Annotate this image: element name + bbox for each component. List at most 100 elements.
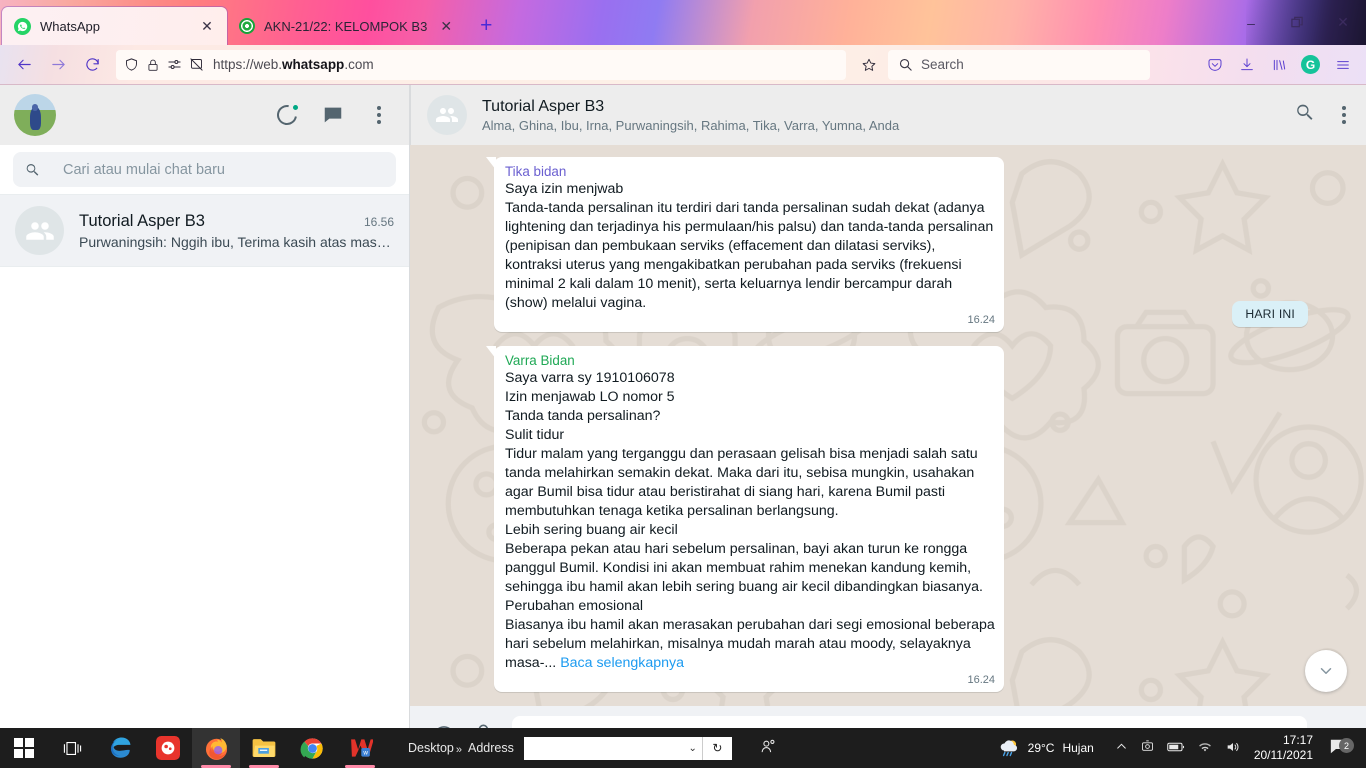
permissions-icon [168,60,181,69]
chat-header: Tutorial Asper B3 Alma, Ghina, Ibu, Irna… [410,85,1366,145]
forward-arrow-icon[interactable] [42,50,74,80]
weather-widget[interactable]: 29°C Hujan [991,728,1101,768]
back-arrow-icon[interactable] [8,50,40,80]
chat-name: Tutorial Asper B3 [79,211,205,230]
weather-temp: 29°C [1027,741,1055,755]
shield-icon [126,58,137,71]
sidebar-header [0,85,409,145]
messages-container: Tika bidan Saya izin menjwab Tanda-tanda… [410,145,1366,706]
message-text: Saya izin menjwab Tanda-tanda persalinan… [505,181,994,311]
search-placeholder: Cari atau mulai chat baru [63,161,225,178]
show-hidden-icons[interactable] [1115,740,1128,756]
sidebar-actions [273,101,391,129]
library-icon[interactable] [1263,50,1294,80]
tab-close-button[interactable]: ✕ [436,16,456,36]
minimize-button[interactable]: – [1228,7,1274,39]
message-bubble[interactable]: Tika bidan Saya izin menjwab Tanda-tanda… [494,157,1004,332]
downloads-icon[interactable] [1231,50,1262,80]
message-text: Saya varra sy 1910106078 Izin menjawab L… [505,369,995,673]
firefox-icon[interactable] [192,728,240,768]
reload-icon[interactable] [76,50,108,80]
new-tab-button[interactable]: + [472,12,500,40]
chat-header-actions [1295,102,1346,128]
search-bar[interactable]: Search [888,49,1150,80]
tray-icons [1101,728,1248,768]
chat-panel: Tutorial Asper B3 Alma, Ghina, Ibu, Irna… [410,85,1366,768]
message-sender: Tika bidan [505,164,567,179]
people-icon[interactable] [760,738,777,758]
wifi-icon[interactable] [1197,740,1213,756]
search-input[interactable]: Cari atau mulai chat baru [13,152,396,187]
chat-preview: Purwaningsih: Nggih ibu, Terima kasih at… [79,233,394,250]
chrome-icon[interactable] [288,728,336,768]
message-text-body: Saya varra sy 1910106078 Izin menjawab L… [505,370,995,671]
tab-strip: WhatsApp ✕ AKN-21/22: KELOMPOK B3 ✕ + – … [0,0,1366,45]
weather-condition: Hujan [1062,741,1094,755]
onedrive-icon[interactable] [1140,739,1155,757]
message-timestamp: 16.24 [967,674,995,686]
tab-akn-kelompok-b3[interactable]: AKN-21/22: KELOMPOK B3 ✕ [227,7,466,45]
page-title: Tutorial Asper B3 [482,97,605,115]
gom-player-icon[interactable] [144,728,192,768]
sidebar-empty-space [0,267,409,768]
edge-icon[interactable] [96,728,144,768]
maximize-button[interactable] [1274,7,1320,39]
navigation-toolbar: https://web.whatsapp.com Search G [0,45,1366,85]
whatsapp-icon [14,17,31,35]
action-center-icon[interactable]: 2 [1323,738,1360,758]
address-bar[interactable]: https://web.whatsapp.com [116,49,846,80]
scroll-to-bottom-button[interactable] [1305,650,1347,692]
avatar[interactable] [14,94,56,136]
chevron-down-icon[interactable]: ⌄ [688,743,696,754]
deskband-address-label: Address [467,741,514,755]
url-text: https://web.whatsapp.com [213,57,374,72]
app-menu-icon[interactable] [1327,50,1358,80]
deskband-address-input[interactable]: ⌄ [523,736,702,760]
system-tray: 29°C Hujan 17:17 20/11/2021 2 [991,728,1366,768]
windows-start-icon[interactable] [0,728,48,768]
lock-icon [148,59,158,71]
rain-cloud-icon [1000,740,1017,757]
deskband-chevrons[interactable]: » [456,744,462,756]
tab-title: AKN-21/22: KELOMPOK B3 [264,18,428,34]
read-more-link[interactable]: Baca selengkapnya [560,655,684,671]
chat-members: Alma, Ghina, Ibu, Irna, Purwaningsih, Ra… [482,117,900,133]
battery-icon[interactable] [1167,741,1185,756]
pocket-icon[interactable] [1199,50,1230,80]
bookmark-star-icon[interactable] [854,50,884,80]
list-item[interactable]: Tutorial Asper B3 16.56 Purwaningsih: Ng… [0,195,409,267]
new-chat-icon[interactable] [321,103,345,127]
day-divider-chip: HARI INI [1232,301,1308,327]
list-item-meta: Tutorial Asper B3 16.56 Purwaningsih: Ng… [79,212,394,250]
toolbar-right-icons: G [1199,50,1358,80]
chevron-down-icon [1320,668,1332,674]
message-sender: Varra Bidan [505,353,575,368]
sidebar: Cari atau mulai chat baru Tutorial Asper… [0,85,410,768]
wps-office-icon[interactable]: w [336,728,384,768]
clock-time: 17:17 [1282,733,1313,747]
gmeet-icon [239,18,255,34]
search-icon[interactable] [1295,102,1316,128]
tab-whatsapp[interactable]: WhatsApp ✕ [2,7,227,45]
tab-close-button[interactable]: ✕ [197,16,217,36]
grammarly-icon[interactable]: G [1295,50,1326,80]
sidebar-search-row: Cari atau mulai chat baru [0,145,409,195]
message-bubble[interactable]: Varra Bidan Saya varra sy 1910106078 Izi… [494,346,1004,692]
group-avatar[interactable] [427,95,467,135]
volume-icon[interactable] [1225,740,1241,757]
taskbar-clock[interactable]: 17:17 20/11/2021 [1248,733,1323,763]
deskband-desktop-label[interactable]: Desktop [408,741,454,755]
close-button[interactable]: ✕ [1320,7,1366,39]
status-icon[interactable] [273,101,301,129]
menu-icon[interactable] [367,103,391,127]
search-icon [899,58,912,71]
svg-text:w: w [362,749,368,756]
file-explorer-icon[interactable] [240,728,288,768]
task-view-icon[interactable] [48,728,96,768]
window-controls: – ✕ [1228,0,1366,45]
menu-icon[interactable] [1342,106,1346,124]
address-refresh-icon[interactable]: ↻ [701,736,732,760]
windows-taskbar: w Desktop » Address ⌄ ↻ 29°C Hujan 17:17… [0,728,1366,768]
search-icon [26,163,39,176]
message-list[interactable]: HARI INI Tika bidan Saya izin menjwab Ta… [410,145,1366,706]
